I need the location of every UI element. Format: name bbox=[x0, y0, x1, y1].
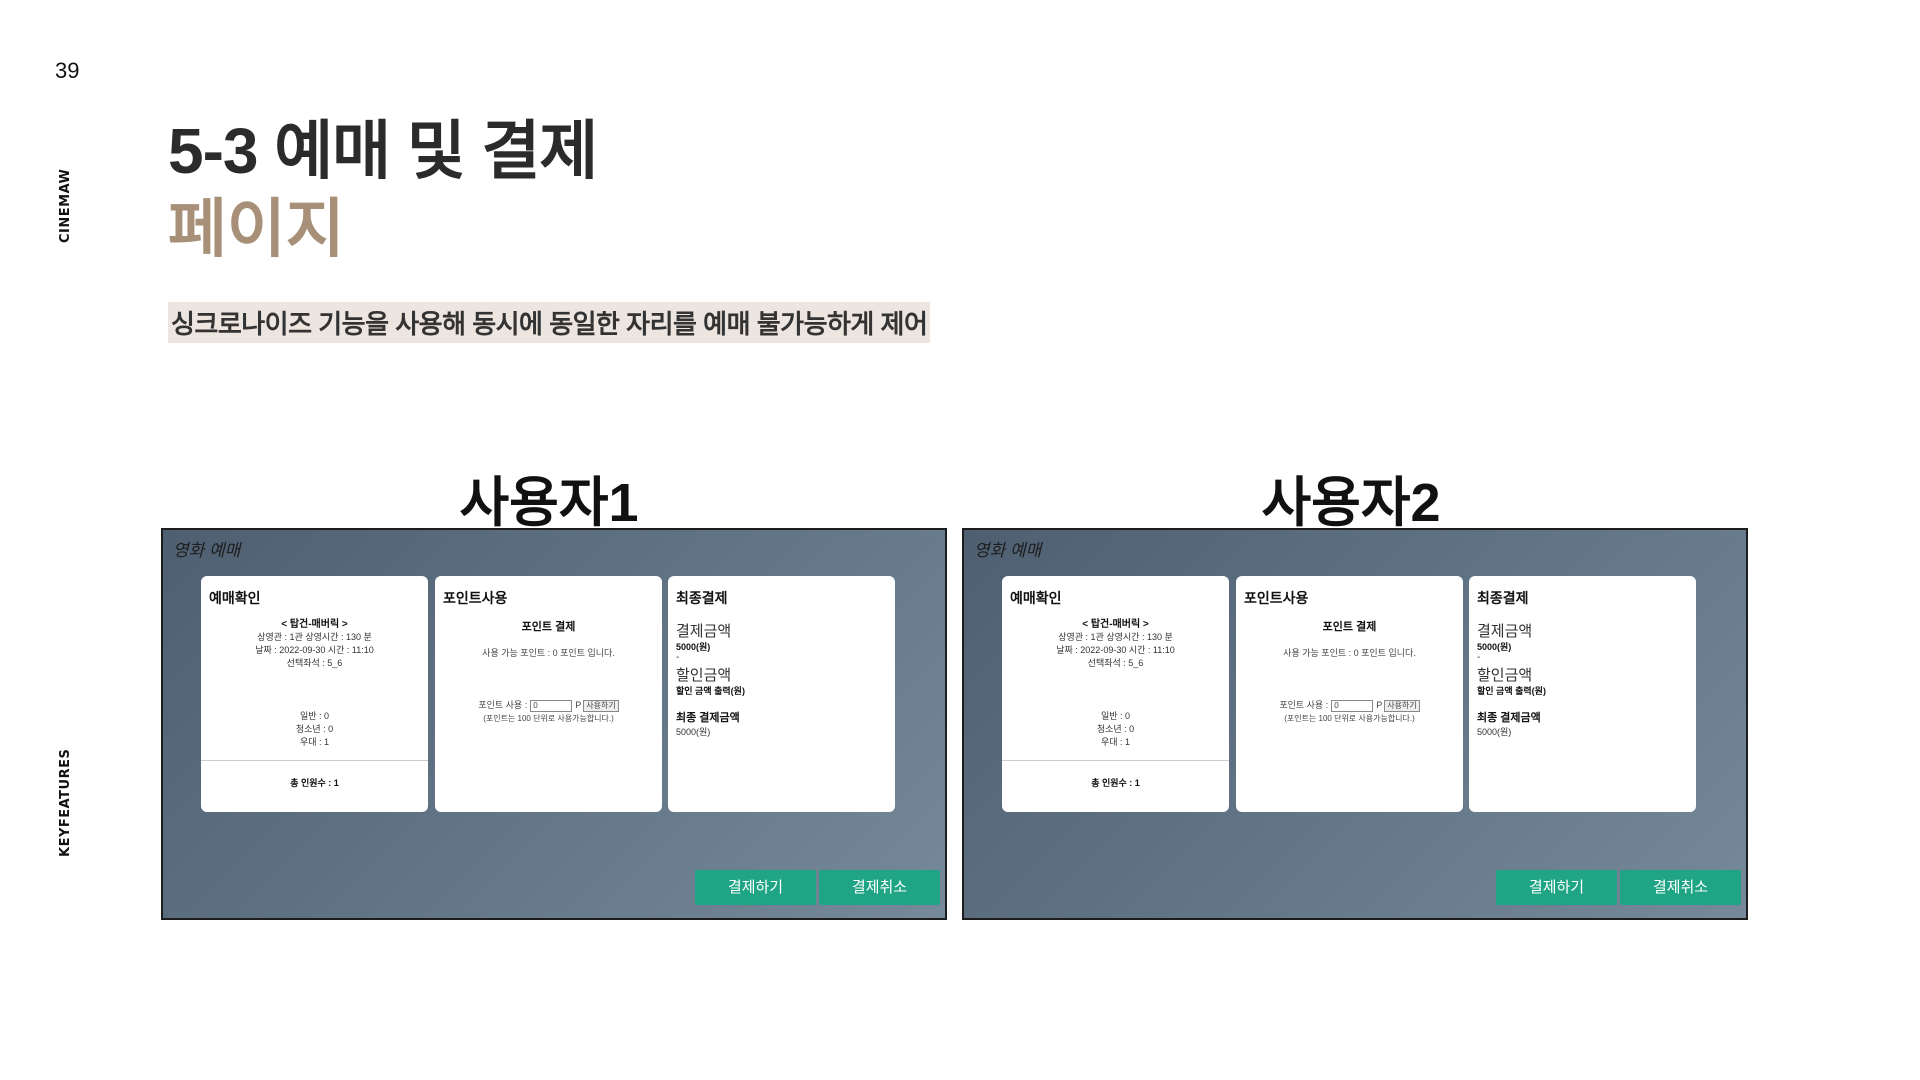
people-counts: 일반 : 0 청소년 : 0 우대 : 1 bbox=[1002, 710, 1229, 749]
booking-confirm-card: 예매확인 < 탑건-매버릭 > 상영관 : 1관 상영시간 : 130 분 날짜… bbox=[1002, 576, 1229, 812]
people-counts: 일반 : 0 청소년 : 0 우대 : 1 bbox=[201, 710, 428, 749]
screening-info: 상영관 : 1관 상영시간 : 130 분 bbox=[257, 632, 372, 642]
selected-seat: 선택좌석 : 5_6 bbox=[1087, 658, 1144, 668]
point-use-row: 포인트 사용 :0 P 사용하기 bbox=[1236, 698, 1463, 712]
point-unit: P bbox=[575, 700, 582, 710]
card-header: 예매확인 bbox=[1010, 590, 1062, 606]
divider bbox=[1002, 760, 1229, 761]
general-count: 일반 : 0 bbox=[299, 711, 330, 721]
card-header: 최종결제 bbox=[676, 590, 728, 606]
point-unit: P bbox=[1376, 700, 1383, 710]
window-title: 영화 예매 bbox=[974, 541, 1042, 560]
amount-label: 결제금액 bbox=[676, 623, 732, 640]
movie-info: < 탑건-매버릭 > 상영관 : 1관 상영시간 : 130 분 날짜 : 20… bbox=[201, 618, 428, 670]
discount-value: 할인 금액 출력(원) bbox=[1477, 686, 1546, 696]
booking-screen-user1: 영화 예매 예매확인 < 탑건-매버릭 > 상영관 : 1관 상영시간 : 13… bbox=[161, 528, 947, 920]
final-amount-value: 5000(원) bbox=[676, 727, 711, 737]
window-title: 영화 예매 bbox=[173, 541, 241, 560]
available-points: 사용 가능 포인트 : 0 포인트 입니다. bbox=[1283, 648, 1416, 658]
pay-button[interactable]: 결제하기 bbox=[1496, 870, 1617, 905]
user1-label: 사용자1 bbox=[459, 473, 639, 533]
use-points-button[interactable]: 사용하기 bbox=[583, 699, 619, 712]
use-points-button[interactable]: 사용하기 bbox=[1384, 699, 1420, 712]
card-header: 예매확인 bbox=[209, 590, 261, 606]
brand-label: CINEMAW bbox=[58, 168, 73, 243]
preferential-count: 우대 : 1 bbox=[299, 737, 330, 747]
user2-label: 사용자2 bbox=[1261, 473, 1441, 533]
point-note: (포인트는 100 단위로 사용가능합니다.) bbox=[483, 714, 614, 723]
youth-count: 청소년 : 0 bbox=[295, 724, 334, 734]
movie-info: < 탑건-매버릭 > 상영관 : 1관 상영시간 : 130 분 날짜 : 20… bbox=[1002, 618, 1229, 670]
final-amount-label: 최종 결제금액 bbox=[1477, 712, 1541, 724]
pay-button[interactable]: 결제하기 bbox=[695, 870, 816, 905]
screening-info: 상영관 : 1관 상영시간 : 130 분 bbox=[1058, 632, 1173, 642]
point-input[interactable]: 0 bbox=[1331, 699, 1374, 712]
total-people: 총 인원수 : 1 bbox=[290, 778, 339, 788]
amount-value: 5000(원) bbox=[1477, 642, 1512, 652]
available-points: 사용 가능 포인트 : 0 포인트 입니다. bbox=[482, 648, 615, 658]
point-use-row: 포인트 사용 :0 P 사용하기 bbox=[435, 698, 662, 712]
final-payment-card: 최종결제 결제금액 5000(원) - 할인금액 할인 금액 출력(원) 최종 … bbox=[668, 576, 895, 812]
divider bbox=[201, 760, 428, 761]
cancel-payment-button[interactable]: 결제취소 bbox=[819, 870, 940, 905]
point-note: (포인트는 100 단위로 사용가능합니다.) bbox=[1284, 714, 1415, 723]
point-payment-title: 포인트 결제 bbox=[521, 621, 576, 633]
card-header: 포인트사용 bbox=[443, 590, 508, 606]
amount-value: 5000(원) bbox=[676, 642, 711, 652]
movie-title: < 탑건-매버릭 > bbox=[281, 619, 348, 630]
date-time-info: 날짜 : 2022-09-30 시간 : 11:10 bbox=[1056, 645, 1175, 655]
cancel-payment-button[interactable]: 결제취소 bbox=[1620, 870, 1741, 905]
final-payment-card: 최종결제 결제금액 5000(원) - 할인금액 할인 금액 출력(원) 최종 … bbox=[1469, 576, 1696, 812]
youth-count: 청소년 : 0 bbox=[1096, 724, 1135, 734]
date-time-info: 날짜 : 2022-09-30 시간 : 11:10 bbox=[255, 645, 374, 655]
points-card: 포인트사용 포인트 결제 사용 가능 포인트 : 0 포인트 입니다. 포인트 … bbox=[435, 576, 662, 812]
page-number: 39 bbox=[55, 58, 80, 83]
discount-label: 할인금액 bbox=[1477, 667, 1533, 684]
booking-screen-user2: 영화 예매 예매확인 < 탑건-매버릭 > 상영관 : 1관 상영시간 : 13… bbox=[962, 528, 1748, 920]
final-amount-value: 5000(원) bbox=[1477, 727, 1512, 737]
discount-value: 할인 금액 출력(원) bbox=[676, 686, 745, 696]
section-label: KEYFEATURES bbox=[58, 748, 73, 857]
card-header: 최종결제 bbox=[1477, 590, 1529, 606]
slide-description: 싱크로나이즈 기능을 사용해 동시에 동일한 자리를 예매 불가능하게 제어 bbox=[168, 302, 931, 343]
card-header: 포인트사용 bbox=[1244, 590, 1309, 606]
final-amount-label: 최종 결제금액 bbox=[676, 712, 740, 724]
selected-seat: 선택좌석 : 5_6 bbox=[286, 658, 343, 668]
point-payment-title: 포인트 결제 bbox=[1322, 621, 1377, 633]
booking-confirm-card: 예매확인 < 탑건-매버릭 > 상영관 : 1관 상영시간 : 130 분 날짜… bbox=[201, 576, 428, 812]
total-people: 총 인원수 : 1 bbox=[1091, 778, 1140, 788]
point-input[interactable]: 0 bbox=[530, 699, 573, 712]
slide-subtitle: 페이지 bbox=[168, 193, 345, 265]
discount-label: 할인금액 bbox=[676, 667, 732, 684]
minus-sign: - bbox=[1477, 652, 1481, 663]
preferential-count: 우대 : 1 bbox=[1100, 737, 1131, 747]
points-card: 포인트사용 포인트 결제 사용 가능 포인트 : 0 포인트 입니다. 포인트 … bbox=[1236, 576, 1463, 812]
amount-label: 결제금액 bbox=[1477, 623, 1533, 640]
point-use-label: 포인트 사용 : bbox=[1279, 700, 1329, 710]
movie-title: < 탑건-매버릭 > bbox=[1082, 619, 1149, 630]
general-count: 일반 : 0 bbox=[1100, 711, 1131, 721]
minus-sign: - bbox=[676, 652, 680, 663]
point-use-label: 포인트 사용 : bbox=[478, 700, 528, 710]
